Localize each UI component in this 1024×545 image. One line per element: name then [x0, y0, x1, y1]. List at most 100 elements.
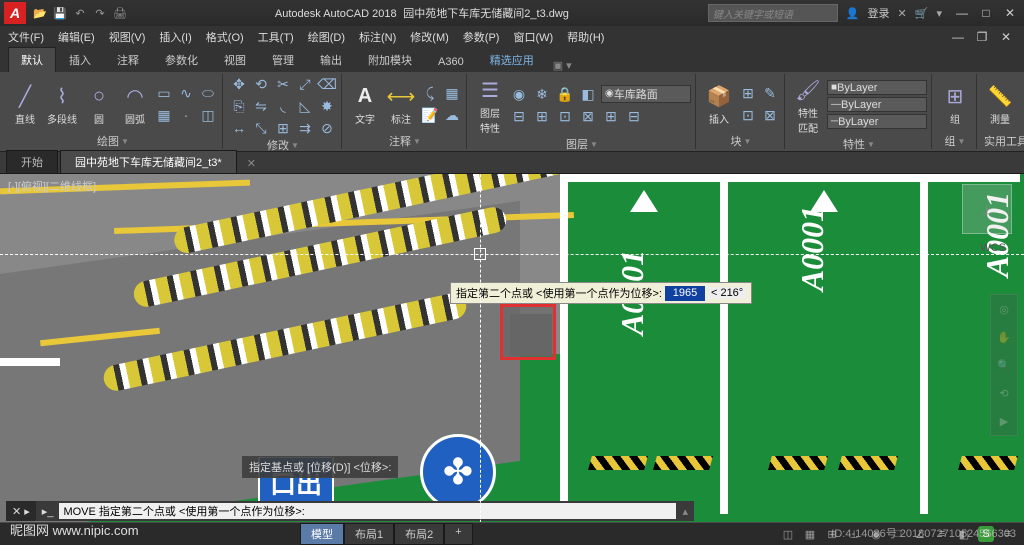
- doc-minimize-button[interactable]: —: [948, 30, 968, 44]
- pan-icon[interactable]: ✋: [991, 323, 1017, 351]
- ribbon-tab-addins[interactable]: 附加模块: [355, 47, 425, 72]
- extend-icon[interactable]: ⤢: [295, 74, 315, 94]
- layout1-tab[interactable]: 布局1: [344, 523, 394, 545]
- edit-block-icon[interactable]: ✎: [760, 83, 780, 103]
- open-icon[interactable]: 📂: [32, 5, 48, 21]
- create-block-icon[interactable]: ⊞: [738, 83, 758, 103]
- point-icon[interactable]: ·: [176, 105, 196, 125]
- layer-off-icon[interactable]: ◉: [509, 85, 529, 105]
- fillet-icon[interactable]: ◟: [273, 96, 293, 116]
- doc-close-button[interactable]: ✕: [996, 30, 1016, 44]
- layer-prev-icon[interactable]: ⊡: [555, 107, 575, 127]
- viewport-controls[interactable]: [-][俯视][二维线框]: [8, 178, 96, 194]
- mtext-icon[interactable]: 📝: [420, 105, 440, 125]
- ribbon-tab-manage[interactable]: 管理: [259, 47, 307, 72]
- text-button[interactable]: A文字: [348, 80, 382, 128]
- offset-icon[interactable]: ⇉: [295, 118, 315, 138]
- rotate-icon[interactable]: ⟲: [251, 74, 271, 94]
- erase-icon[interactable]: ⌫: [317, 74, 337, 94]
- move-icon[interactable]: ✥: [229, 74, 249, 94]
- menu-parametric[interactable]: 参数(P): [463, 29, 500, 45]
- command-line[interactable]: ✕ ▸ ▸_ ▴: [6, 501, 694, 521]
- active-document-tab[interactable]: 园中苑地下车库无储藏间2_t3*: [60, 150, 237, 173]
- polyline-button[interactable]: ⌇多段线: [44, 80, 80, 128]
- cmd-handle-icon[interactable]: ✕ ▸: [6, 501, 36, 521]
- quickcalc-icon[interactable]: 🖩: [1019, 105, 1024, 125]
- menu-help[interactable]: 帮助(H): [567, 29, 604, 45]
- save-icon[interactable]: 💾: [52, 5, 68, 21]
- menu-format[interactable]: 格式(O): [206, 29, 244, 45]
- layer-freeze-icon[interactable]: ❄: [532, 85, 552, 105]
- layout2-tab[interactable]: 布局2: [394, 523, 444, 545]
- help-search-input[interactable]: 键入关键字或短语: [708, 4, 838, 22]
- help-arrow-icon[interactable]: ▾: [936, 7, 942, 20]
- layer-merge-icon[interactable]: ⊟: [624, 107, 644, 127]
- minimize-button[interactable]: —: [952, 6, 972, 20]
- orbit-icon[interactable]: ⟲: [991, 379, 1017, 407]
- leader-icon[interactable]: ⤹: [420, 83, 440, 103]
- menu-tools[interactable]: 工具(T): [258, 29, 294, 45]
- layer-color-icon[interactable]: ◧: [578, 85, 598, 105]
- measure-button[interactable]: 📏測量: [983, 80, 1017, 128]
- table-icon[interactable]: ▦: [442, 83, 462, 103]
- ribbon-tab-a360[interactable]: A360: [425, 51, 477, 72]
- distance-input[interactable]: [665, 286, 705, 301]
- layer-match-icon[interactable]: ⊞: [532, 107, 552, 127]
- maximize-button[interactable]: □: [976, 6, 996, 20]
- drawing-canvas[interactable]: [-][俯视][二维线框] 上 WCS ◎ ✋ 🔍 ⟲ ▶ A0001 A000…: [0, 174, 1024, 522]
- modelspace-icon[interactable]: ◫: [780, 526, 796, 542]
- trim-icon[interactable]: ✂: [273, 74, 293, 94]
- spline-icon[interactable]: ∿: [176, 83, 196, 103]
- add-layout-button[interactable]: +: [444, 523, 472, 545]
- layer-properties-button[interactable]: ☰图层 特性: [473, 74, 507, 137]
- ribbon-tab-featured[interactable]: 精选应用: [477, 47, 547, 72]
- explode-icon[interactable]: ✸: [317, 96, 337, 116]
- layer-walk-icon[interactable]: ⊞: [601, 107, 621, 127]
- cloud-icon[interactable]: ☁: [442, 105, 462, 125]
- doc-restore-button[interactable]: ❐: [972, 30, 992, 44]
- chamfer-icon[interactable]: ◺: [295, 96, 315, 116]
- menu-edit[interactable]: 编辑(E): [58, 29, 95, 45]
- linetype-combo[interactable]: ─ ByLayer: [827, 114, 927, 129]
- command-input[interactable]: [59, 503, 676, 519]
- ribbon-tab-output[interactable]: 输出: [307, 47, 355, 72]
- region-icon[interactable]: ◫: [198, 105, 218, 125]
- insert-block-button[interactable]: 📦插入: [702, 80, 736, 128]
- stretch-icon[interactable]: ↔: [229, 118, 249, 138]
- view-cube[interactable]: 上: [962, 184, 1012, 234]
- ellipse-icon[interactable]: ⬭: [198, 83, 218, 103]
- group-button[interactable]: ⊞组: [938, 80, 972, 128]
- menu-insert[interactable]: 插入(I): [159, 29, 191, 45]
- color-combo[interactable]: ■ ByLayer: [827, 80, 927, 95]
- dimension-button[interactable]: ⟷标注: [384, 80, 418, 128]
- menu-window[interactable]: 窗口(W): [513, 29, 553, 45]
- lineweight-combo[interactable]: — ByLayer: [827, 97, 927, 112]
- ribbon-tab-parametric[interactable]: 参数化: [152, 47, 211, 72]
- dynamic-input-tooltip[interactable]: 指定第二个点或 <使用第一个点作为位移>: < 216°: [450, 282, 752, 304]
- undo-icon[interactable]: ↶: [72, 5, 88, 21]
- signin-icon[interactable]: 👤: [846, 7, 860, 20]
- layer-state-icon[interactable]: ⊠: [578, 107, 598, 127]
- rect-icon[interactable]: ▭: [154, 83, 174, 103]
- cart-icon[interactable]: 🛒: [915, 7, 929, 20]
- select-icon[interactable]: ⊡: [1019, 83, 1024, 103]
- exchange-icon[interactable]: ✕: [898, 7, 907, 20]
- layer-combo[interactable]: ◉ 车库路面: [601, 85, 691, 103]
- circle-button[interactable]: ○圆: [82, 80, 116, 128]
- redo-icon[interactable]: ↷: [92, 5, 108, 21]
- ribbon-tab-insert[interactable]: 插入: [56, 47, 104, 72]
- menu-dimension[interactable]: 标注(N): [359, 29, 396, 45]
- grid-icon[interactable]: ▦: [802, 526, 818, 542]
- cmd-recent-icon[interactable]: ▴: [676, 505, 694, 518]
- ribbon-tab-view[interactable]: 视图: [211, 47, 259, 72]
- print-icon[interactable]: 🖨: [112, 5, 128, 21]
- array-icon[interactable]: ⊞: [273, 118, 293, 138]
- arc-button[interactable]: ◠圆弧: [118, 80, 152, 128]
- signin-label[interactable]: 登录: [868, 5, 890, 21]
- copy-icon[interactable]: ⎘: [229, 96, 249, 116]
- nav-wheel-icon[interactable]: ◎: [991, 295, 1017, 323]
- model-tab[interactable]: 模型: [300, 523, 344, 545]
- hatch-icon[interactable]: ▦: [154, 105, 174, 125]
- line-button[interactable]: ╱直线: [8, 80, 42, 128]
- app-logo-icon[interactable]: A: [4, 2, 26, 24]
